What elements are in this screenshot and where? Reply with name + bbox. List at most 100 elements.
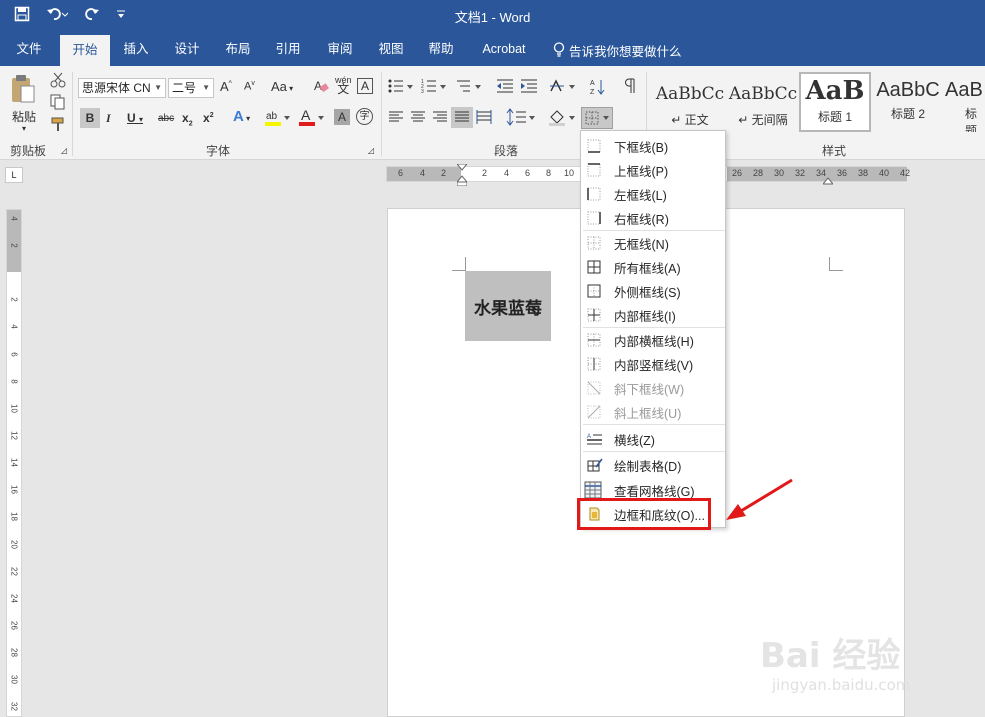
menu-item-left-border[interactable]: 左框线(L) [581, 182, 725, 206]
menu-item-label: 斜上框线(U) [614, 406, 682, 421]
line-spacing-icon[interactable] [506, 108, 536, 129]
menu-item-diagonal-up-border[interactable]: 斜上框线(U) [581, 400, 725, 424]
menu-item-diagonal-down-border[interactable]: 斜下框线(W) [581, 376, 725, 400]
sort-icon[interactable]: AZ [590, 78, 606, 99]
svg-text:ab: ab [266, 111, 278, 122]
tab-home[interactable]: 开始 [60, 35, 110, 66]
font-name-combo[interactable]: 思源宋体 CN ▼ [78, 78, 166, 98]
distributed-icon[interactable] [476, 109, 492, 128]
tab-acrobat[interactable]: Acrobat [474, 32, 534, 66]
style-no-spacing[interactable]: AaBbCc ↵ 无间隔 [727, 72, 799, 132]
ruler-number: 28 [753, 168, 764, 178]
bold-button[interactable]: B [80, 108, 100, 128]
align-left-icon[interactable] [388, 110, 404, 127]
tab-help[interactable]: 帮助 [419, 32, 463, 66]
cut-icon[interactable] [50, 72, 66, 91]
tab-references[interactable]: 引用 [266, 32, 310, 66]
menu-item-outside-borders[interactable]: 外侧框线(S) [581, 279, 725, 303]
strikethrough-button[interactable]: abc [158, 113, 174, 124]
clear-formatting-icon[interactable]: A [313, 78, 329, 97]
menu-item-no-border[interactable]: 无框线(N) [581, 231, 725, 255]
tab-insert[interactable]: 插入 [114, 32, 158, 66]
text-effects-icon[interactable]: A ▾ [233, 108, 250, 125]
ruler-number: 12 [9, 431, 19, 440]
diagonal-up-border-icon [587, 405, 601, 419]
all-borders-icon [587, 260, 601, 274]
tab-file[interactable]: 文件 [6, 32, 52, 66]
font-color-icon[interactable]: A [299, 107, 325, 130]
font-name-value: 思源宋体 CN [82, 81, 151, 95]
menu-item-all-borders[interactable]: 所有框线(A) [581, 255, 725, 279]
align-right-icon[interactable] [432, 110, 448, 127]
phonetic-guide-icon[interactable]: wén 文 [335, 76, 352, 96]
ruler-number: 6 [9, 352, 19, 357]
draw-table-icon [587, 458, 603, 472]
font-size-value: 二号 [172, 81, 197, 95]
left-border-icon [587, 187, 601, 201]
tell-me-search[interactable]: 告诉我你想要做什么 [553, 41, 682, 60]
style-title[interactable]: AaB 标题 [945, 72, 985, 132]
change-case-button[interactable]: Aa ▾ [271, 79, 293, 94]
tab-design[interactable]: 设计 [165, 32, 209, 66]
tab-review[interactable]: 审阅 [318, 32, 362, 66]
show-formatting-icon[interactable] [624, 78, 636, 97]
subscript-button[interactable]: x2 [182, 111, 193, 127]
right-indent-marker-icon[interactable] [821, 174, 835, 188]
grow-font-icon[interactable]: A^ [220, 79, 232, 94]
multilevel-list-icon[interactable] [456, 78, 482, 97]
separator [72, 72, 73, 156]
bullets-icon[interactable] [388, 78, 414, 97]
lightbulb-icon [553, 41, 565, 60]
ruler-number: 24 [9, 594, 19, 603]
align-center-icon[interactable] [410, 110, 426, 127]
shrink-font-icon[interactable]: Av [244, 80, 255, 93]
italic-button[interactable]: I [106, 111, 111, 126]
paste-dropdown-icon[interactable]: ▾ [22, 124, 26, 133]
tab-selector-icon[interactable]: L [5, 167, 23, 183]
enclose-characters-icon[interactable]: 字 [356, 108, 373, 125]
menu-item-horizontal-line[interactable]: A 横线(Z) [581, 427, 725, 451]
tab-view[interactable]: 视图 [369, 32, 413, 66]
indent-marker-icon[interactable] [455, 163, 469, 189]
justify-icon[interactable] [451, 107, 473, 128]
menu-item-bottom-border[interactable]: 下框线(B) [581, 134, 725, 158]
decrease-indent-icon[interactable] [496, 78, 514, 97]
increase-indent-icon[interactable] [520, 78, 538, 97]
table-cell[interactable]: 水果蓝莓 [465, 271, 551, 341]
style-normal[interactable]: AaBbCc ↵ 正文 [654, 72, 726, 132]
highlight-color-icon[interactable]: ab [265, 107, 291, 130]
separator [381, 72, 382, 156]
view-gridlines-icon [584, 481, 602, 499]
style-name: 标题 1 [817, 110, 852, 124]
copy-icon[interactable] [50, 94, 66, 113]
menu-item-draw-table[interactable]: 绘制表格(D) [581, 453, 725, 477]
clipboard-launcher-icon[interactable]: ◿ [61, 146, 67, 155]
style-heading-2[interactable]: AaBbC 标题 2 [872, 72, 944, 132]
chevron-down-icon: ▼ [202, 83, 210, 92]
no-border-icon [587, 236, 601, 250]
borders-button[interactable] [581, 107, 613, 129]
menu-item-right-border[interactable]: 右框线(R) [581, 206, 725, 230]
vertical-ruler[interactable]: 4 2 2 4 6 8 10 12 14 16 18 20 22 24 26 2… [6, 209, 22, 717]
menu-item-inside-horizontal-border[interactable]: 内部横框线(H) [581, 328, 725, 352]
chinese-layout-icon[interactable] [550, 78, 576, 97]
superscript-button[interactable]: x2 [203, 111, 214, 125]
style-heading-1[interactable]: AaB 标题 1 [799, 72, 871, 132]
menu-item-inside-vertical-border[interactable]: 内部竖框线(V) [581, 352, 725, 376]
character-border-icon[interactable]: A [357, 78, 373, 94]
shading-icon[interactable] [548, 108, 578, 129]
paste-button[interactable] [10, 74, 36, 109]
font-launcher-icon[interactable]: ◿ [368, 146, 374, 155]
clipboard-group-label: 剪贴板 [10, 144, 47, 158]
menu-item-inside-borders[interactable]: 内部框线(I) [581, 303, 725, 327]
numbering-icon[interactable]: 123 [421, 78, 447, 97]
menu-item-label: 斜下框线(W) [614, 382, 685, 397]
character-shading-icon[interactable]: A [334, 109, 350, 125]
font-size-combo[interactable]: 二号 ▼ [168, 78, 214, 98]
menu-separator [583, 451, 725, 452]
menu-item-top-border[interactable]: 上框线(P) [581, 158, 725, 182]
tab-layout[interactable]: 布局 [216, 32, 260, 66]
underline-button[interactable]: U ▾ [127, 111, 143, 125]
format-painter-icon[interactable] [50, 116, 66, 135]
menu-item-label: 内部框线(I) [614, 309, 676, 324]
